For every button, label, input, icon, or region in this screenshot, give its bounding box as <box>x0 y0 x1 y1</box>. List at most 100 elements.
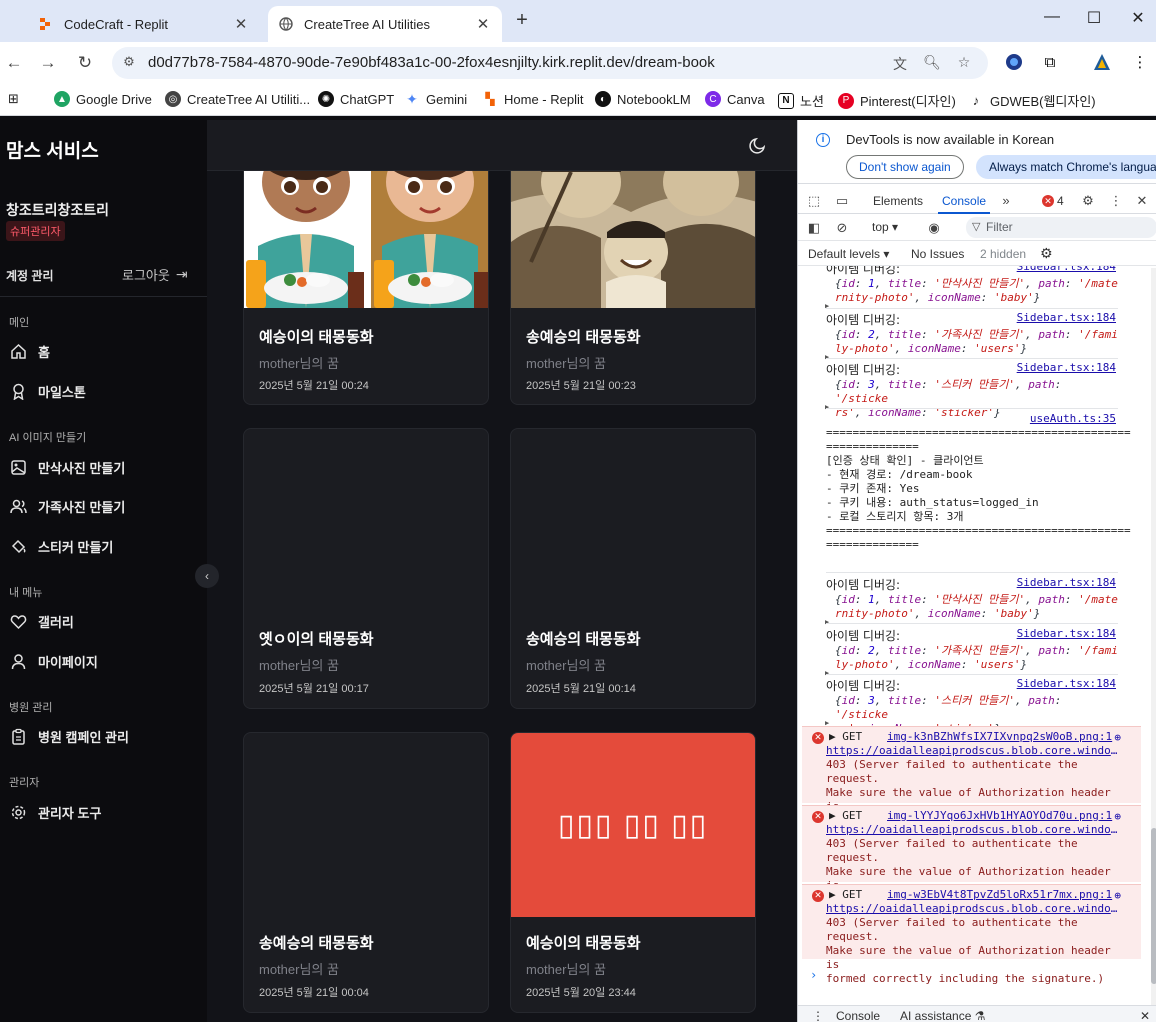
eye-icon[interactable]: ◉ <box>926 220 942 236</box>
apps-grid-icon[interactable]: ⊞ <box>8 91 19 107</box>
close-tab-icon[interactable]: ✕ <box>474 15 492 33</box>
drawer-tab-console[interactable]: Console <box>836 1009 880 1022</box>
drawer-menu-icon[interactable]: ⋮ <box>812 1009 824 1022</box>
dream-book-card[interactable]: 송예승의 태몽동화 mother님의 꿈 2025년 5월 21일 00:14 <box>510 428 756 709</box>
network-globe-icon[interactable]: ⊕ <box>1114 731 1121 744</box>
drawer-tab-ai-assistance[interactable]: AI assistance ⚗ <box>900 1009 985 1022</box>
address-bar[interactable]: ⚙ d0d77b78-7584-4870-90de-7e90bf483a1c-0… <box>112 47 988 79</box>
zoom-icon[interactable]: 🔍︎ <box>922 54 942 74</box>
browser-tab-codecraft[interactable]: CodeCraft - Replit ✕ <box>28 6 260 42</box>
url-text[interactable]: d0d77b78-7584-4870-90de-7e90bf483a1c-00-… <box>148 54 715 71</box>
error-file-link[interactable]: img-w3EbV4t8TpvZd5loRx51r7mx.png:1 <box>887 888 1112 901</box>
back-icon[interactable]: ← <box>2 51 26 75</box>
sidebar-item-maternity[interactable]: 만삭사진 만들기 <box>9 458 125 477</box>
sidebar-item-admin-tools[interactable]: 관리자 도구 <box>9 803 101 822</box>
account-manage-link[interactable]: 계정 관리 <box>6 267 54 284</box>
paint-bucket-icon <box>9 538 27 556</box>
error-url-link[interactable]: https://oaidalleapiprodscus.blob.core.wi… <box>826 823 1118 836</box>
devtools-tabs: ⬚ ▭ Elements Console » ✕ 4 ⚙ ⋮ ✕ <box>798 188 1156 214</box>
source-link[interactable]: Sidebar.tsx:184 <box>1017 266 1116 273</box>
minimize-icon[interactable]: — <box>1040 8 1064 26</box>
network-globe-icon[interactable]: ⊕ <box>1114 889 1121 902</box>
sidebar-item-campaign[interactable]: 병원 캠페인 관리 <box>9 727 129 746</box>
bookmark-notion[interactable]: N 노션 <box>778 91 824 110</box>
bookmark-replit[interactable]: ▚ Home - Replit <box>482 91 583 107</box>
more-tabs-icon[interactable]: » <box>998 193 1014 209</box>
context-select[interactable]: top ▾ <box>872 220 898 234</box>
error-icon: ✕ <box>812 890 824 902</box>
issues-link[interactable]: No Issues <box>911 247 964 261</box>
console-filter-input[interactable]: ▽ Filter <box>966 217 1156 238</box>
translate-icon[interactable]: 文 <box>890 54 910 74</box>
bookmark-notebooklm[interactable]: ◐ NotebookLM <box>595 91 691 107</box>
forward-icon[interactable]: → <box>36 51 60 75</box>
console-object[interactable]: {id: 1, title: '만삭사진 만들기', path: '/mater… <box>825 277 1118 313</box>
reload-icon[interactable]: ↻ <box>73 51 97 75</box>
error-count-badge[interactable]: ✕ 4 <box>1042 194 1064 208</box>
console-scrollbar[interactable] <box>1151 268 1156 1008</box>
error-url-link[interactable]: https://oaidalleapiprodscus.blob.core.wi… <box>826 744 1118 757</box>
sidebar-item-mypage[interactable]: 마이페이지 <box>9 652 98 671</box>
bookmark-gdweb[interactable]: ♪ GDWEB(웹디자인) <box>968 91 1096 110</box>
clear-console-icon[interactable]: ⊘ <box>834 220 850 236</box>
source-link[interactable]: Sidebar.tsx:184 <box>1017 311 1116 324</box>
bookmark-star-icon[interactable]: ☆ <box>954 54 974 74</box>
device-toolbar-icon[interactable]: ▭ <box>834 193 850 209</box>
more-options-icon[interactable]: ⋮ <box>1108 193 1124 209</box>
error-url-link[interactable]: https://oaidalleapiprodscus.blob.core.wi… <box>826 902 1118 915</box>
sidebar-item-family[interactable]: 가족사진 만들기 <box>9 497 125 516</box>
close-drawer-icon[interactable]: ✕ <box>1140 1009 1150 1022</box>
site-settings-icon[interactable]: ⚙ <box>120 54 138 72</box>
console-prompt[interactable]: › <box>810 968 817 982</box>
close-window-icon[interactable]: ✕ <box>1126 8 1150 28</box>
dont-show-again-button[interactable]: Don't show again <box>846 155 964 179</box>
inspect-element-icon[interactable]: ⬚ <box>806 193 822 209</box>
source-link[interactable]: Sidebar.tsx:184 <box>1017 677 1116 690</box>
dream-book-card[interactable]: 예승이의 태몽동화 mother님의 꿈 2025년 5월 21일 00:24 <box>243 171 489 405</box>
source-link[interactable]: Sidebar.tsx:184 <box>1017 361 1116 374</box>
browser-tab-createtree[interactable]: CreateTree AI Utilities ✕ <box>268 6 502 42</box>
always-match-language-button[interactable]: Always match Chrome's langua <box>976 155 1156 179</box>
console-object[interactable]: {id: 2, title: '가족사진 만들기', path: '/famil… <box>825 328 1118 364</box>
log-levels-dropdown[interactable]: Default levels ▾ <box>808 247 889 261</box>
maximize-icon[interactable]: ☐ <box>1082 8 1106 28</box>
tab-elements[interactable]: Elements <box>873 194 923 208</box>
extension-icon[interactable] <box>1004 53 1024 73</box>
bookmark-createtree[interactable]: ◎ CreateTree AI Utiliti... <box>165 91 310 107</box>
sidebar-toggle-icon[interactable]: ◧ <box>806 220 822 236</box>
settings-gear-icon[interactable]: ⚙ <box>1080 193 1096 209</box>
sidebar-item-milestone[interactable]: 마일스톤 <box>9 382 86 401</box>
bookmark-google-drive[interactable]: ▲ Google Drive <box>54 91 152 107</box>
sidebar-item-sticker[interactable]: 스티커 만들기 <box>9 537 113 556</box>
error-file-link[interactable]: img-k3nBZhWfsIX7IXvnpq2sW0oB.png:1 <box>887 730 1112 743</box>
dream-book-card[interactable]: 송예승의 태몽동화 mother님의 꿈 2025년 5월 21일 00:04 <box>243 732 489 1013</box>
console-object[interactable]: {id: 2, title: '가족사진 만들기', path: '/famil… <box>825 644 1118 680</box>
bookmark-canva[interactable]: C Canva <box>705 91 765 107</box>
bookmark-pinterest[interactable]: P Pinterest(디자인) <box>838 91 956 110</box>
close-devtools-icon[interactable]: ✕ <box>1134 193 1150 209</box>
sidebar-item-gallery[interactable]: 갤러리 <box>9 612 74 631</box>
close-tab-icon[interactable]: ✕ <box>232 15 250 33</box>
network-globe-icon[interactable]: ⊕ <box>1114 810 1121 823</box>
dream-book-card[interactable]: 송예승의 태몽동화 mother님의 꿈 2025년 5월 21일 00:23 <box>510 171 756 405</box>
source-link[interactable]: useAuth.ts:35 <box>1030 412 1116 425</box>
brand-title[interactable]: 맘스 서비스 <box>6 136 99 163</box>
dream-book-card[interactable]: 옛ㅇ이의 태몽동화 mother님의 꿈 2025년 5월 21일 00:17 <box>243 428 489 709</box>
profile-icon[interactable] <box>1092 53 1112 73</box>
menu-kebab-icon[interactable]: ⋮ <box>1130 53 1150 73</box>
source-link[interactable]: Sidebar.tsx:184 <box>1017 576 1116 589</box>
tab-console[interactable]: Console <box>937 194 991 214</box>
error-file-link[interactable]: img-lYYJYqo6JxHVb1HYAOYOd70u.png:1 <box>887 809 1112 822</box>
dream-book-card[interactable]: ▯▯▯ ▯▯ ▯▯ 예승이의 태몽동화 mother님의 꿈 2025년 5월 … <box>510 732 756 1013</box>
sidebar-item-home[interactable]: 홈 <box>9 342 50 361</box>
console-settings-icon[interactable]: ⚙ <box>1040 245 1053 262</box>
scrollbar-thumb[interactable] <box>1151 828 1156 984</box>
source-link[interactable]: Sidebar.tsx:184 <box>1017 627 1116 640</box>
console-object[interactable]: {id: 1, title: '만삭사진 만들기', path: '/mater… <box>825 593 1118 629</box>
extensions-puzzle-icon[interactable]: ⧉ <box>1040 53 1060 73</box>
new-tab-button[interactable]: + <box>510 8 534 32</box>
logout-button[interactable]: 로그아웃 ⇥ <box>122 265 188 284</box>
moon-icon[interactable] <box>749 136 769 156</box>
bookmark-chatgpt[interactable]: ✺ ChatGPT <box>318 91 394 107</box>
bookmark-gemini[interactable]: ✦ Gemini <box>404 91 467 107</box>
